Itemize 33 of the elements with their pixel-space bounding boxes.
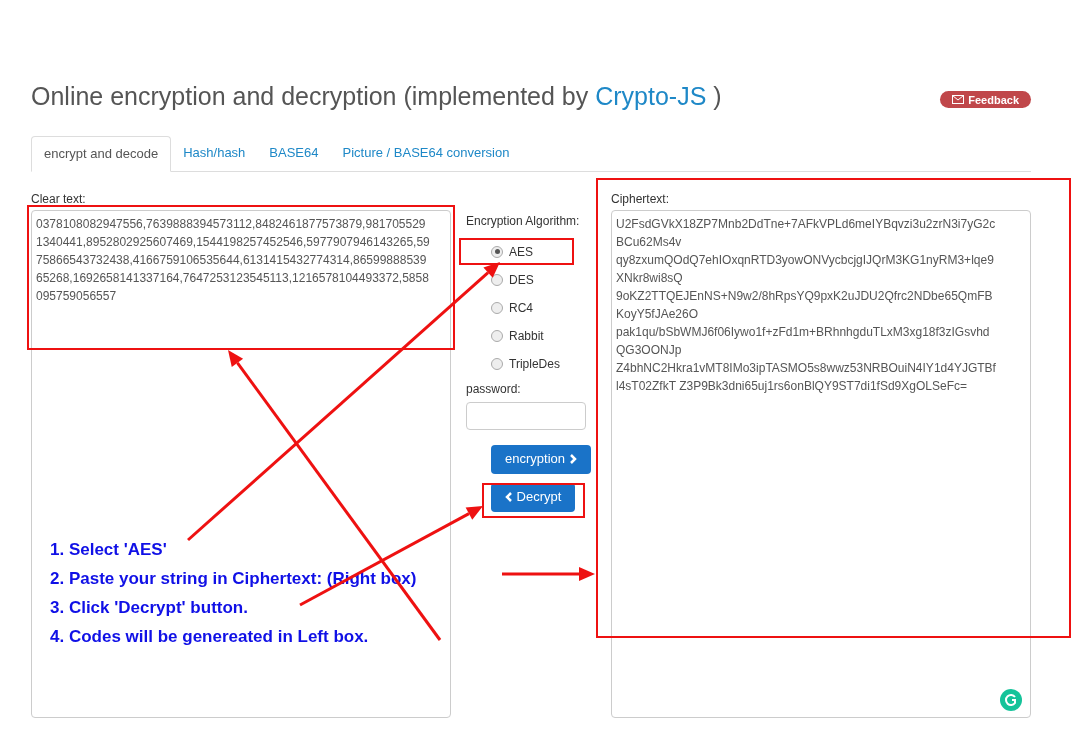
- radio-button[interactable]: [491, 329, 503, 342]
- ciphertext-line: pak1qu/bSbWMJ6f06Iywo1f+zFd1m+BRhnhgduTLxM3xg18f3zIGsvhdQG3OONJp: [616, 323, 991, 359]
- algorithm-option[interactable]: RC4: [491, 298, 533, 317]
- field-label: Clear text:: [31, 190, 87, 208]
- instruction-text: 3. Click 'Decrypt' button.: [50, 597, 249, 619]
- tab[interactable]: BASE64: [257, 135, 331, 171]
- instruction-text: 4. Codes will be genereated in Left box.: [50, 626, 370, 648]
- chevron-left-icon: [504, 492, 513, 502]
- field-label: Encryption Algorithm:: [466, 212, 581, 230]
- encrypt-button[interactable]: encryption: [491, 444, 591, 474]
- algorithm-option[interactable]: Rabbit: [491, 326, 544, 345]
- tab[interactable]: Picture / BASE64 conversion: [330, 135, 522, 171]
- radio-button[interactable]: [491, 301, 503, 314]
- password-field[interactable]: [466, 401, 586, 430]
- radio-button[interactable]: [491, 357, 503, 370]
- envelope-icon: [952, 95, 965, 105]
- tab[interactable]: encrypt and decode: [31, 135, 172, 172]
- grammarly-icon: [1000, 688, 1022, 711]
- feedback-button[interactable]: Feedback: [940, 91, 1031, 109]
- algorithm-option[interactable]: TripleDes: [491, 354, 560, 373]
- chevron-right-icon: [569, 454, 577, 464]
- field-label: password:: [466, 380, 522, 398]
- decrypt-button[interactable]: Decrypt: [491, 482, 575, 512]
- field-label: Ciphertext:: [611, 190, 671, 208]
- crypto-js-link[interactable]: Crypto-JS: [595, 82, 707, 110]
- ciphertext-line: Z4bhNC2Hkra1vMT8IMo3ipTASMO5s8wwz53NRBOuiN4IY1d4YJGTBfl4sT02ZfkT Z3P9Bk3dni65uj1rs6onBlQY9ST7di1fSd9XgOLSeFc=: [616, 359, 997, 395]
- page-title: Online encryption and decryption (implemented by Crypto-JS ): [31, 81, 722, 112]
- radio-button[interactable]: [491, 245, 503, 258]
- algorithm-option[interactable]: AES: [491, 242, 533, 261]
- ciphertext-field[interactable]: [611, 209, 1031, 718]
- tab[interactable]: Hash/hash: [171, 135, 258, 171]
- instruction-text: 1. Select 'AES': [50, 539, 168, 561]
- ciphertext-line: qy8zxumQOdQ7ehIOxqnRTD3yowONVycbcjgIJQrM3KG1nyRM3+lqe9XNkr8wi8sQ: [616, 251, 995, 287]
